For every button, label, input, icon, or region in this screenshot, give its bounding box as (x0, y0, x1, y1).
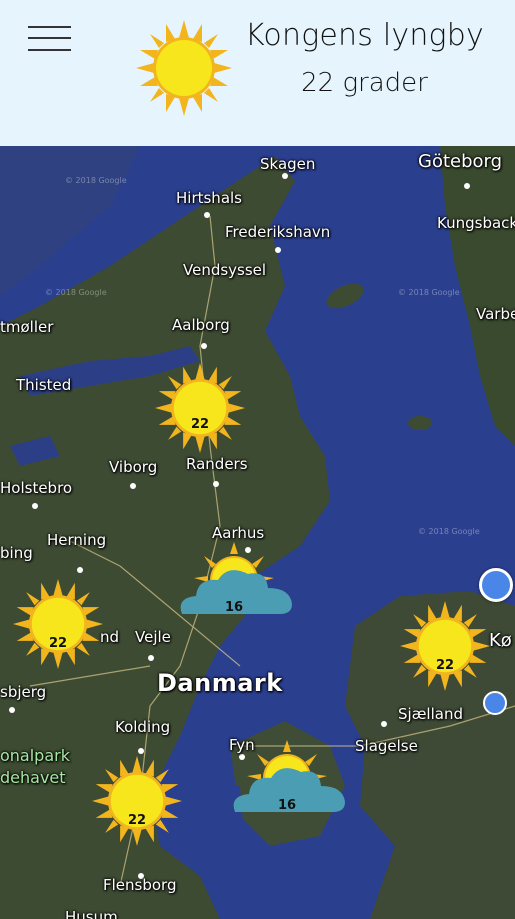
partly-cloudy-icon (227, 740, 347, 826)
weather-map[interactable]: © 2018 Google © 2018 Google © 2018 Googl… (0, 146, 515, 919)
place-label: Varbe (476, 305, 515, 323)
place-label: Husum (65, 908, 118, 919)
marker-temperature: 16 (224, 600, 244, 615)
place-label: Aarhus (212, 524, 265, 542)
map-watermark: © 2018 Google (45, 288, 107, 297)
place-label: tmøller (0, 318, 54, 336)
place-label: Slagelse (355, 737, 418, 755)
place-label: Göteborg (418, 151, 503, 172)
map-watermark: © 2018 Google (418, 527, 480, 536)
weather-marker-herning[interactable]: 22 (13, 579, 103, 669)
weather-marker-aalborg[interactable]: 22 (155, 363, 245, 453)
place-label: sbjerg (0, 683, 47, 701)
place-label: Aalborg (172, 316, 230, 334)
place-label: Viborg (109, 458, 158, 476)
sun-icon (136, 20, 232, 116)
place-label: Vejle (135, 628, 171, 646)
place-label: dehavet (0, 768, 66, 787)
place-label: Flensborg (103, 876, 177, 894)
marker-temperature: 22 (190, 417, 210, 432)
marker-temperature: 22 (48, 636, 68, 651)
map-watermark: © 2018 Google (65, 176, 127, 185)
partly-cloudy-icon (174, 542, 294, 628)
place-label: Vendsyssel (183, 261, 267, 279)
sun-icon (400, 601, 490, 691)
place-label: Kø (489, 630, 512, 651)
place-label: Skagen (260, 155, 316, 173)
hamburger-menu-icon[interactable] (28, 25, 71, 53)
map-watermark: © 2018 Google (398, 288, 460, 297)
place-label: Randers (186, 455, 248, 473)
weather-marker-aarhus[interactable]: 16 (174, 542, 294, 628)
place-label: bing (0, 544, 33, 562)
place-label: Herning (47, 531, 107, 549)
place-label: onalpark (0, 746, 70, 765)
place-label: Kolding (115, 718, 171, 736)
home-pin-icon[interactable] (483, 691, 507, 715)
place-label: Holstebro (0, 479, 73, 497)
sun-icon (92, 756, 182, 846)
sun-icon (155, 363, 245, 453)
app-header: Kongens lyngby 22 grader (0, 0, 515, 146)
place-label: Kungsback (437, 214, 515, 232)
weather-marker-fyn[interactable]: 16 (227, 740, 347, 826)
place-label: Sjælland (398, 705, 463, 723)
place-label: Frederikshavn (225, 223, 331, 241)
weather-marker-copenhagen[interactable]: 22 (400, 601, 490, 691)
country-label: Danmark (157, 669, 283, 697)
current-temperature: 22 grader (301, 68, 428, 98)
sun-icon (13, 579, 103, 669)
marker-temperature: 16 (277, 798, 297, 813)
marker-temperature: 22 (127, 813, 147, 828)
marker-temperature: 22 (435, 658, 455, 673)
city-name: Kongens lyngby (245, 18, 484, 53)
my-location-icon[interactable] (479, 568, 513, 602)
place-label: Thisted (16, 376, 72, 394)
place-label: Hirtshals (176, 189, 242, 207)
weather-marker-kolding[interactable]: 22 (92, 756, 182, 846)
